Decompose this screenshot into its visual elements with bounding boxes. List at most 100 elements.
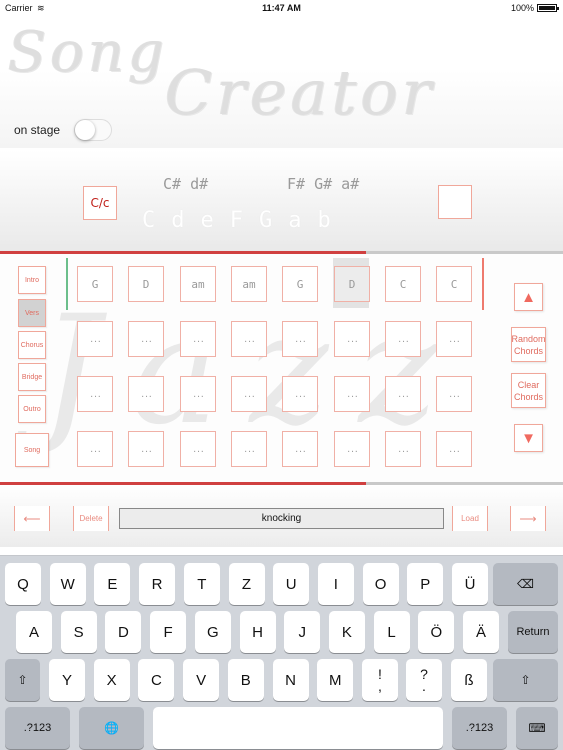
natural-keys[interactable]: CdeFGab: [142, 208, 347, 233]
key-y[interactable]: Y: [49, 659, 85, 701]
current-key-button[interactable]: C/c: [83, 186, 117, 220]
chord-cell[interactable]: ...: [77, 431, 113, 467]
chord-cell[interactable]: ...: [334, 376, 370, 412]
key-n[interactable]: N: [272, 659, 309, 701]
key-k[interactable]: K: [328, 611, 365, 653]
hide-keyboard-icon[interactable]: ⌨: [516, 707, 558, 749]
key-ö[interactable]: Ö: [418, 611, 455, 653]
key-b[interactable]: B: [227, 659, 264, 701]
key-exclamation-comma[interactable]: !,: [362, 659, 398, 701]
chord-cell[interactable]: ...: [180, 431, 216, 467]
numbers-key-left[interactable]: .?123: [5, 707, 70, 749]
key-w[interactable]: W: [49, 563, 86, 605]
empty-key-slot[interactable]: [438, 185, 472, 219]
chord-cell[interactable]: ...: [231, 321, 267, 357]
key-f[interactable]: F: [150, 611, 187, 653]
key-s[interactable]: S: [60, 611, 97, 653]
space-bar[interactable]: [153, 707, 443, 749]
section-button-chorus[interactable]: Chorus: [18, 331, 46, 359]
chord-cell[interactable]: ...: [282, 321, 318, 357]
clock: 11:47 AM: [262, 3, 301, 13]
chord-cell[interactable]: ...: [436, 431, 472, 467]
section-button-vers[interactable]: Vers: [18, 299, 46, 327]
scroll-up-button[interactable]: ▲: [514, 283, 543, 311]
chord-cell[interactable]: ...: [436, 376, 472, 412]
key-question-period[interactable]: ?.: [406, 659, 442, 701]
key-t[interactable]: T: [183, 563, 220, 605]
key-eszett[interactable]: ß: [451, 659, 487, 701]
key-l[interactable]: L: [373, 611, 410, 653]
logo-song: Song: [8, 20, 168, 85]
key-p[interactable]: P: [407, 563, 444, 605]
song-button[interactable]: Song: [15, 433, 49, 467]
chord-cell[interactable]: G: [282, 266, 318, 302]
chord-cell[interactable]: ...: [436, 321, 472, 357]
clear-chords-button[interactable]: Clear Chords: [511, 373, 546, 408]
key-q[interactable]: Q: [5, 563, 41, 605]
key-j[interactable]: J: [284, 611, 321, 653]
chord-cell[interactable]: ...: [282, 431, 318, 467]
chord-cell[interactable]: ...: [180, 321, 216, 357]
load-button[interactable]: Load: [452, 506, 488, 531]
shift-key-right[interactable]: ⇧: [493, 659, 558, 701]
chord-cell[interactable]: ...: [231, 376, 267, 412]
key-x[interactable]: X: [93, 659, 130, 701]
delete-button[interactable]: Delete: [73, 506, 109, 531]
key-z[interactable]: Z: [228, 563, 265, 605]
key-ü[interactable]: Ü: [452, 563, 488, 605]
scroll-down-button[interactable]: ▼: [514, 424, 543, 452]
song-name-input[interactable]: [119, 508, 444, 529]
chord-cell[interactable]: ...: [128, 321, 164, 357]
chord-cell[interactable]: ...: [385, 431, 421, 467]
section-button-intro[interactable]: Intro: [18, 266, 46, 294]
backspace-key[interactable]: ⌫: [493, 563, 558, 605]
key-a[interactable]: A: [16, 611, 52, 653]
shift-key-left[interactable]: ⇧: [5, 659, 40, 701]
key-d[interactable]: D: [105, 611, 142, 653]
key-c[interactable]: C: [138, 659, 175, 701]
chord-cell[interactable]: D: [128, 266, 164, 302]
section-button-bridge[interactable]: Bridge: [18, 363, 46, 391]
sharp-keys-group-1[interactable]: C# d#: [163, 175, 208, 193]
key-h[interactable]: H: [239, 611, 276, 653]
chord-cell[interactable]: ...: [180, 376, 216, 412]
chord-cell[interactable]: ...: [334, 431, 370, 467]
chord-cell[interactable]: ...: [282, 376, 318, 412]
chord-cell[interactable]: am: [231, 266, 267, 302]
chord-cell[interactable]: ...: [231, 431, 267, 467]
globe-icon[interactable]: 🌐: [79, 707, 144, 749]
return-key[interactable]: Return: [508, 611, 558, 653]
on-stage-toggle[interactable]: [74, 119, 112, 141]
section-button-outro[interactable]: Outro: [18, 395, 46, 423]
key-r[interactable]: R: [139, 563, 176, 605]
chord-cell[interactable]: C: [385, 266, 421, 302]
chord-cell[interactable]: C: [436, 266, 472, 302]
chord-cell[interactable]: ...: [385, 376, 421, 412]
key-g[interactable]: G: [194, 611, 231, 653]
chord-cell[interactable]: D: [334, 266, 370, 302]
random-chords-button[interactable]: Random Chords: [511, 327, 546, 362]
toggle-knob: [75, 120, 95, 140]
loop-start-marker[interactable]: [66, 258, 68, 310]
chord-cell[interactable]: ...: [128, 431, 164, 467]
key-i[interactable]: I: [317, 563, 354, 605]
key-o[interactable]: O: [362, 563, 399, 605]
key-v[interactable]: V: [183, 659, 220, 701]
chord-cell[interactable]: ...: [77, 376, 113, 412]
previous-song-button[interactable]: ⟵: [14, 506, 50, 531]
chord-cell[interactable]: ...: [128, 376, 164, 412]
next-song-button[interactable]: ⟶: [510, 506, 546, 531]
chord-cell[interactable]: am: [180, 266, 216, 302]
sharp-keys-group-2[interactable]: F# G# a#: [287, 175, 359, 193]
chord-cell[interactable]: ...: [77, 321, 113, 357]
numbers-key-right[interactable]: .?123: [452, 707, 507, 749]
chord-cell[interactable]: ...: [334, 321, 370, 357]
key-ä[interactable]: Ä: [463, 611, 499, 653]
key-m[interactable]: M: [317, 659, 354, 701]
key-e[interactable]: E: [94, 563, 131, 605]
chord-cell[interactable]: G: [77, 266, 113, 302]
key-u[interactable]: U: [273, 563, 310, 605]
on-stage-label: on stage: [14, 123, 61, 137]
loop-end-marker[interactable]: [482, 258, 484, 310]
chord-cell[interactable]: ...: [385, 321, 421, 357]
